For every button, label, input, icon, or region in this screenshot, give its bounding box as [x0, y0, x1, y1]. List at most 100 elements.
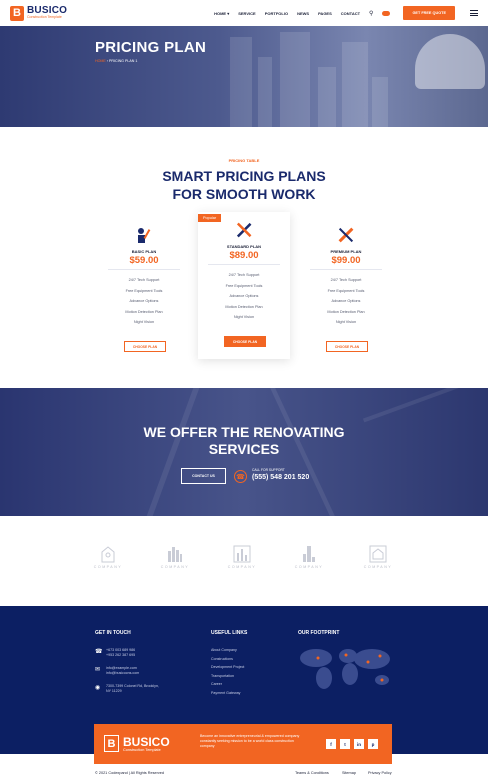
- feature-item: Motion Detection Plan: [327, 309, 365, 314]
- logo-tagline: Construction Template: [27, 15, 62, 20]
- page-hero: [0, 26, 488, 127]
- partner-logo[interactable]: COMPANY: [88, 545, 128, 569]
- footer-link[interactable]: Transportation: [211, 674, 244, 683]
- ruler-pencil-icon: [338, 227, 354, 243]
- feature-item: Free Equipment Tools: [125, 288, 163, 293]
- feature-item: 24/7 Tech Support: [128, 278, 160, 282]
- feature-item: Night Vision: [335, 320, 357, 324]
- menu-icon[interactable]: [470, 10, 478, 16]
- get-free-quote-button[interactable]: GET FREE QUOTE: [403, 6, 455, 20]
- helmet-image: [415, 34, 485, 89]
- renovating-title-line1: WE OFFER THE RENOVATING: [143, 424, 345, 440]
- footer-heading-footprint: OUR FOOTPRINT: [298, 630, 340, 636]
- privacy-link[interactable]: Privacy Policy: [368, 771, 392, 775]
- partner-logo[interactable]: COMPANY: [289, 545, 329, 569]
- site-logo[interactable]: B BUSICO Construction Template: [10, 5, 67, 21]
- breadcrumb-home[interactable]: HOME: [95, 59, 106, 63]
- footer-email: info@example.com info@busicocns.com: [106, 666, 140, 675]
- footer-link[interactable]: Payment Gateway: [211, 691, 244, 700]
- section-title: SMART PRICING PLANS FOR SMOOTH WORK: [0, 167, 488, 203]
- cart-icon[interactable]: [382, 10, 391, 16]
- choose-plan-button[interactable]: CHOOSE PLAN: [326, 341, 368, 352]
- section-tag: PRICING TABLE: [228, 158, 260, 163]
- nav-service[interactable]: SERVICE: [238, 11, 256, 16]
- copyright: © 2021 Codexpand | All Rights Reserved: [95, 771, 165, 775]
- plan-price: $99.00: [331, 255, 361, 266]
- footer-link[interactable]: About Company: [211, 648, 244, 657]
- buildings-icon: [168, 547, 182, 562]
- linkedin-icon[interactable]: in: [354, 739, 364, 749]
- pinterest-icon[interactable]: p: [368, 739, 378, 749]
- feature-item: 24/7 Tech Support: [228, 273, 260, 277]
- footer-link[interactable]: Career: [211, 682, 244, 691]
- section-title-line1: SMART PRICING PLANS: [162, 168, 326, 184]
- plan-name: PREMIUM PLAN: [330, 249, 362, 254]
- pricing-card-standard: Popular STANDARD PLAN $89.00 24/7 Tech S…: [198, 212, 290, 359]
- footer-link[interactable]: Constructions: [211, 657, 244, 666]
- partner-logo[interactable]: COMPANY: [358, 545, 398, 569]
- footer-bottom-bar: [0, 764, 488, 784]
- site-header: B BUSICO Construction Template HOME ▾ SE…: [0, 0, 488, 26]
- nav-pages[interactable]: PAGES: [318, 11, 332, 16]
- partner-logo[interactable]: COMPANY: [222, 545, 262, 569]
- tower-icon: [303, 546, 315, 562]
- support-phone[interactable]: (555) 548 201 520: [252, 474, 309, 481]
- phone-icon: ☎: [95, 649, 103, 655]
- plan-name: STANDARD PLAN: [226, 244, 262, 249]
- footer-banner-text: Become an innovative entrepreneurial & e…: [200, 734, 300, 749]
- location-icon: ◉: [95, 685, 101, 691]
- logo-mark: B: [10, 5, 24, 21]
- chart-building-icon: [233, 545, 251, 563]
- twitter-icon[interactable]: t: [340, 739, 350, 749]
- phone-icon: ☎: [234, 470, 247, 483]
- search-icon[interactable]: ⚲: [369, 10, 373, 17]
- partner-logo[interactable]: COMPANY: [155, 545, 195, 569]
- nav-home[interactable]: HOME ▾: [214, 11, 229, 16]
- footer-logo[interactable]: B BUSICO Construction Template: [104, 735, 170, 752]
- feature-item: 24/7 Tech Support: [330, 278, 362, 282]
- mail-icon: ✉: [95, 667, 101, 673]
- footer-phone: +673 003 689 986 +953 262 387 695: [106, 648, 136, 657]
- feature-item: Motion Detection Plan: [225, 304, 263, 309]
- nav-contact[interactable]: CONTACT: [341, 11, 360, 16]
- feature-item: Free Equipment Tools: [327, 288, 365, 293]
- nav-portfolio[interactable]: PORTFOLIO: [265, 11, 288, 16]
- plan-price: $89.00: [229, 250, 259, 261]
- section-title-line2: FOR SMOOTH WORK: [172, 186, 316, 202]
- main-nav: HOME ▾ SERVICE PORTFOLIO NEWS PAGES CONT…: [214, 6, 478, 20]
- plan-name: BASIC PLAN: [131, 249, 157, 254]
- footer-link[interactable]: Development Project: [211, 665, 244, 674]
- terms-link[interactable]: Teams & Conditions: [295, 771, 329, 775]
- contact-us-button[interactable]: CONTACT US: [181, 468, 226, 484]
- feature-item: Night Vision: [233, 315, 255, 319]
- useful-links: About Company Constructions Development …: [211, 648, 244, 699]
- feature-item: Advance Options: [229, 294, 259, 298]
- choose-plan-button[interactable]: CHOOSE PLAN: [124, 341, 166, 352]
- world-map-icon: [300, 649, 390, 689]
- footer-logo-mark: B: [104, 735, 119, 752]
- home-frame-icon: [369, 545, 387, 563]
- sitemap-link[interactable]: Sitemap: [342, 771, 356, 775]
- popular-badge: Popular: [198, 214, 222, 222]
- feature-list: 24/7 Tech Support Free Equipment Tools A…: [98, 278, 190, 331]
- footer-logo-name: BUSICO: [123, 734, 170, 749]
- feature-list: 24/7 Tech Support Free Equipment Tools A…: [300, 278, 392, 331]
- feature-item: Advance Options: [331, 299, 361, 303]
- breadcrumb-separator: ›: [106, 59, 108, 63]
- feature-item: Motion Detection Plan: [125, 309, 163, 314]
- call-label: CALL FOR SUPPORT: [252, 468, 285, 472]
- breadcrumb: HOME › PRICING PLAN 1: [95, 59, 137, 63]
- page-title: PRICING PLAN: [95, 39, 207, 56]
- nav-news[interactable]: NEWS: [297, 11, 309, 16]
- pricing-card-basic: BASIC PLAN $59.00 24/7 Tech Support Free…: [98, 217, 190, 357]
- footer-heading-contact: GET IN TOUCH: [95, 630, 131, 636]
- renovating-title-line2: SERVICES: [208, 441, 280, 457]
- feature-list: 24/7 Tech Support Free Equipment Tools A…: [198, 273, 290, 326]
- plan-price: $59.00: [129, 255, 159, 266]
- worker-tools-icon: [138, 228, 151, 243]
- footer-heading-links: USEFUL LINKS: [211, 630, 248, 636]
- choose-plan-button[interactable]: CHOOSE PLAN: [224, 336, 266, 347]
- feature-item: Night Vision: [133, 320, 155, 324]
- wrench-screwdriver-icon: [236, 222, 252, 238]
- facebook-icon[interactable]: f: [326, 739, 336, 749]
